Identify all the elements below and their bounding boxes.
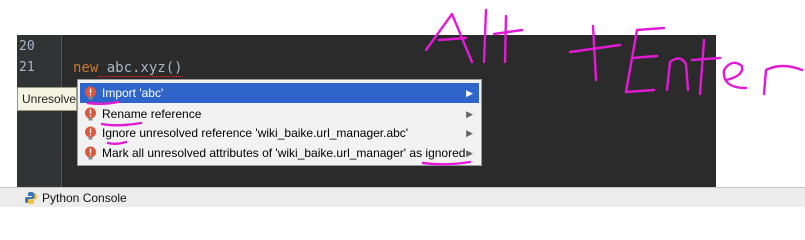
submenu-arrow-icon: ▶: [466, 128, 473, 138]
error-bulb-icon: [85, 107, 96, 121]
handwriting-stroke: [635, 26, 666, 32]
intention-actions-menu[interactable]: Import 'abc' ▶ Rename reference ▶ Ignore…: [77, 79, 482, 166]
code-line[interactable]: new abc.xyz(): [73, 60, 183, 77]
menu-item-mark-unresolved-attributes-ignored[interactable]: Mark all unresolved attributes of 'wiki_…: [80, 143, 479, 163]
handwriting-stroke: [492, 28, 524, 36]
menu-item-label: Import 'abc': [102, 86, 164, 100]
menu-item-rename-reference[interactable]: Rename reference ▶: [80, 104, 479, 124]
submenu-arrow-icon: ▶: [466, 148, 473, 158]
menu-item-ignore-unresolved-reference[interactable]: Ignore unresolved reference 'wiki_baike.…: [80, 123, 479, 143]
code-keyword: new: [73, 60, 99, 76]
error-bulb-icon: [85, 126, 96, 140]
handwriting-stroke: [722, 61, 748, 90]
menu-item-import[interactable]: Import 'abc' ▶: [80, 83, 479, 103]
error-bulb-icon: [85, 146, 96, 160]
python-icon: [25, 192, 37, 204]
menu-item-label: Mark all unresolved attributes of 'wiki_…: [102, 146, 466, 160]
menu-item-label: Ignore unresolved reference 'wiki_baike.…: [102, 126, 409, 140]
handwriting-stroke: [762, 64, 804, 96]
submenu-arrow-icon: ▶: [466, 109, 473, 119]
menu-item-label: Rename reference: [102, 107, 202, 121]
unresolved-reference-tooltip: Unresolved reference 'abc': [17, 87, 77, 111]
line-number-gutter: 20 21: [17, 35, 62, 187]
bottom-tool-window-bar: Python Console: [0, 187, 805, 207]
code-text: abc.xyz(): [98, 60, 183, 77]
error-bulb-icon: [85, 86, 96, 100]
line-number: 20: [19, 39, 35, 54]
python-console-tab[interactable]: Python Console: [22, 189, 127, 207]
line-number: 21: [19, 60, 35, 75]
submenu-arrow-icon: ▶: [466, 88, 473, 98]
python-console-label: Python Console: [42, 191, 127, 205]
